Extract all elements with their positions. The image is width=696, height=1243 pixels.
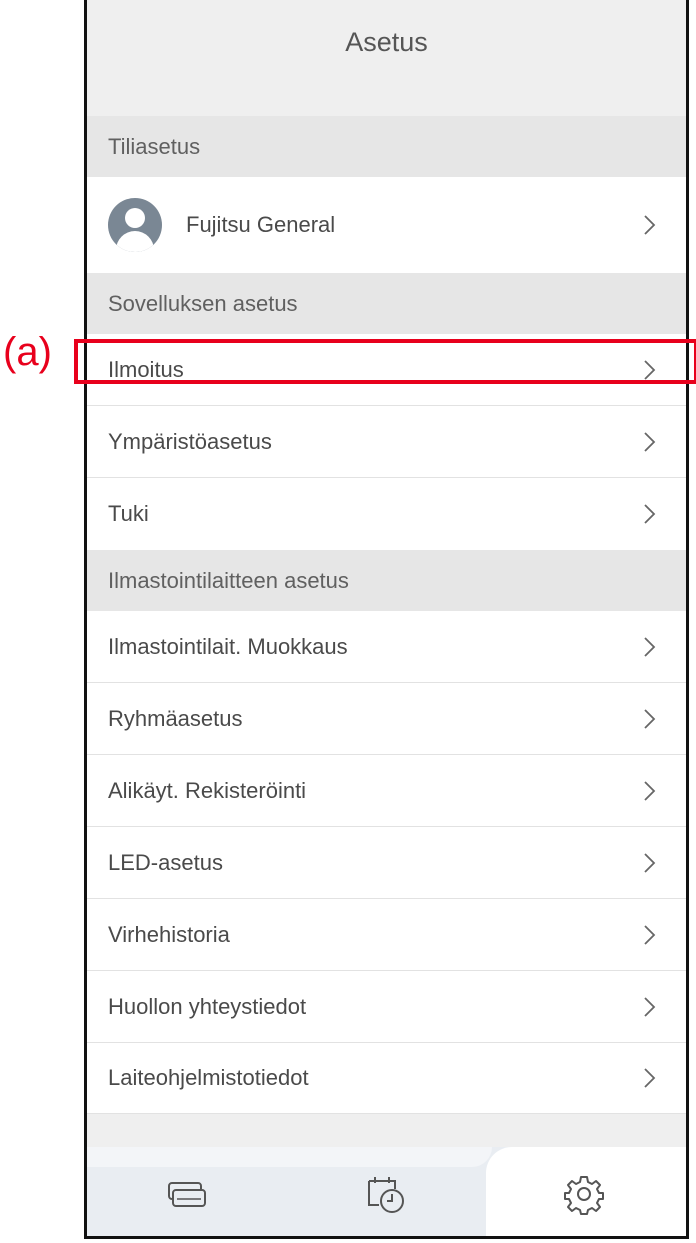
chevron-right-icon bbox=[644, 924, 656, 945]
row-label: Virhehistoria bbox=[108, 921, 230, 947]
header: Asetus bbox=[87, 0, 686, 108]
chevron-right-icon bbox=[644, 359, 656, 380]
row-firmware[interactable]: Laiteohjelmistotiedot bbox=[87, 1043, 686, 1114]
row-notification[interactable]: Ilmoitus bbox=[87, 334, 686, 406]
page-title: Asetus bbox=[345, 27, 428, 57]
chevron-right-icon bbox=[644, 780, 656, 801]
row-label: Alikäyt. Rekisteröinti bbox=[108, 777, 307, 803]
account-name: Fujitsu General bbox=[186, 212, 336, 237]
row-label: Ilmoitus bbox=[108, 356, 184, 382]
account-row[interactable]: Fujitsu General bbox=[87, 177, 686, 273]
timer-icon[interactable] bbox=[363, 1171, 409, 1217]
chevron-right-icon bbox=[644, 708, 656, 729]
section-ac: Ilmastointilaitteen asetus bbox=[87, 550, 686, 611]
row-label: Ilmastointilait. Muokkaus bbox=[108, 633, 348, 659]
annotation-label: (a) bbox=[3, 330, 52, 374]
chevron-right-icon bbox=[644, 1068, 656, 1088]
bottom-spacer bbox=[87, 1114, 686, 1150]
chevron-right-icon bbox=[644, 215, 656, 235]
tab-bar bbox=[87, 1147, 686, 1236]
row-label: Ryhmäasetus bbox=[108, 705, 243, 731]
chevron-right-icon bbox=[644, 431, 656, 452]
row-service-contact[interactable]: Huollon yhteystiedot bbox=[87, 971, 686, 1043]
chevron-right-icon bbox=[644, 636, 656, 657]
tab-curve bbox=[87, 1147, 492, 1167]
row-environment[interactable]: Ympäristöasetus bbox=[87, 406, 686, 478]
row-label: LED-asetus bbox=[108, 849, 223, 875]
section-app: Sovelluksen asetus bbox=[87, 273, 686, 334]
avatar-icon bbox=[108, 198, 162, 252]
row-led[interactable]: LED-asetus bbox=[87, 827, 686, 899]
row-ac-edit[interactable]: Ilmastointilait. Muokkaus bbox=[87, 611, 686, 683]
row-label: Tuki bbox=[108, 501, 149, 526]
row-label: Ympäristöasetus bbox=[108, 428, 272, 454]
devices-icon[interactable] bbox=[164, 1171, 210, 1217]
row-label: Laiteohjelmistotiedot bbox=[108, 1065, 309, 1090]
chevron-right-icon bbox=[644, 996, 656, 1017]
chevron-right-icon bbox=[644, 504, 656, 524]
section-account: Tiliasetus bbox=[87, 116, 686, 177]
row-label: Huollon yhteystiedot bbox=[108, 993, 307, 1019]
gear-icon[interactable] bbox=[561, 1171, 607, 1217]
row-support[interactable]: Tuki bbox=[87, 478, 686, 550]
settings-screen: Asetus Tiliasetus Fujitsu General Sovell… bbox=[84, 0, 689, 1239]
chevron-right-icon bbox=[644, 852, 656, 873]
row-group[interactable]: Ryhmäasetus bbox=[87, 683, 686, 755]
row-error-history[interactable]: Virhehistoria bbox=[87, 899, 686, 971]
row-subuser[interactable]: Alikäyt. Rekisteröinti bbox=[87, 755, 686, 827]
